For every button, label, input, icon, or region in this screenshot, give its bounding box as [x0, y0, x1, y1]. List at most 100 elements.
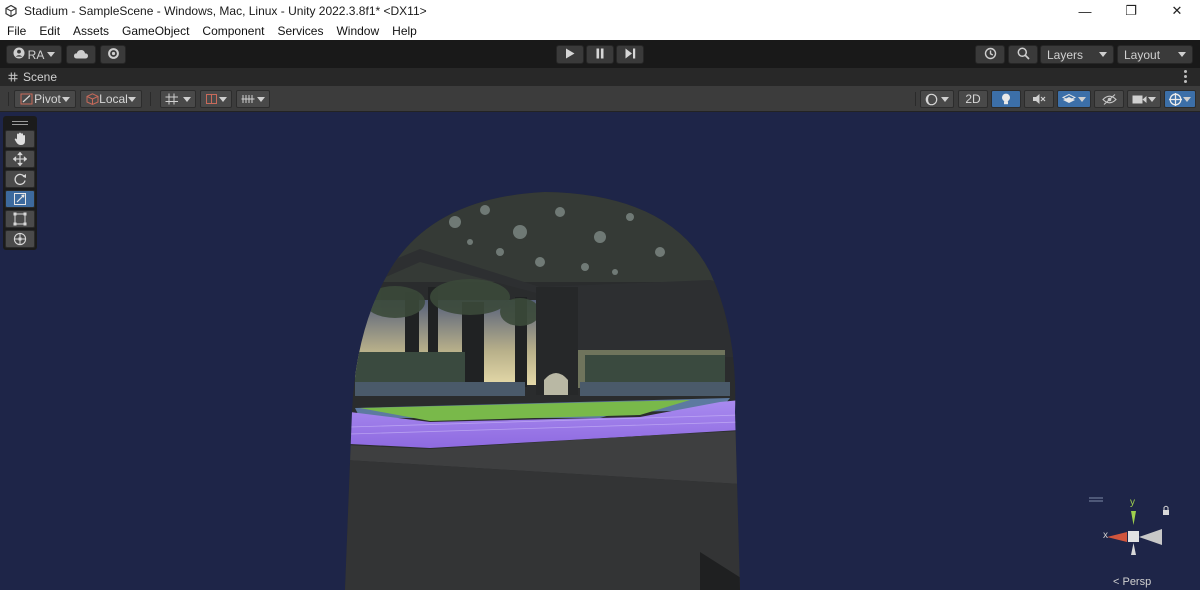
gizmo-globe-icon [1169, 92, 1182, 106]
eye-slash-icon [1101, 93, 1117, 105]
history-button[interactable] [975, 45, 1005, 64]
menu-assets[interactable]: Assets [66, 24, 115, 38]
menu-edit[interactable]: Edit [32, 24, 66, 38]
chevron-down-icon [1099, 52, 1107, 57]
rotate-tool-button[interactable] [5, 170, 35, 188]
toolbar-divider [150, 92, 151, 106]
cloud-icon [73, 48, 89, 62]
scene-toolbar: Pivot Local 2D [0, 86, 1200, 112]
menu-help[interactable]: Help [385, 24, 423, 38]
layers-label: Layers [1047, 47, 1084, 62]
shading-icon [925, 93, 938, 106]
menu-window[interactable]: Window [329, 24, 385, 38]
pause-icon [595, 48, 605, 62]
projection-label[interactable]: < Persp [1113, 576, 1151, 588]
scale-tool-button[interactable] [5, 190, 35, 208]
menu-bar: File Edit Assets GameObject Component Se… [0, 22, 1200, 40]
increment-snap-dropdown[interactable] [200, 90, 232, 108]
history-icon [984, 47, 997, 63]
camera-icon [1132, 94, 1147, 105]
layout-dropdown[interactable]: Layout [1117, 45, 1193, 64]
search-icon [1017, 47, 1030, 63]
chevron-down-icon [183, 96, 191, 102]
search-button[interactable] [1008, 45, 1038, 64]
scene-tab-bar: Scene [0, 68, 1200, 86]
play-icon [565, 48, 575, 62]
tab-scene[interactable]: Scene [0, 68, 57, 86]
close-button[interactable]: ✕ [1154, 0, 1200, 22]
view-tool-button[interactable] [5, 130, 35, 148]
move-arrows-icon [13, 152, 27, 166]
camera-dropdown[interactable] [1127, 90, 1161, 108]
window-title: Stadium - SampleScene - Windows, Mac, Li… [24, 4, 427, 18]
pivot-dropdown[interactable]: Pivot [14, 90, 76, 108]
chevron-down-icon [1148, 96, 1156, 102]
chevron-down-icon [257, 96, 265, 102]
layers-dropdown[interactable]: Layers [1040, 45, 1114, 64]
chevron-down-icon [62, 96, 70, 102]
lighting-toggle-button[interactable] [991, 90, 1021, 108]
menu-gameobject[interactable]: GameObject [115, 24, 195, 38]
tool-palette-grip[interactable] [5, 118, 35, 128]
hidden-objects-toggle-button[interactable] [1094, 90, 1124, 108]
grid-snap-icon [165, 93, 179, 105]
layout-label: Layout [1124, 47, 1161, 62]
scene-render [345, 192, 740, 590]
toolbar-divider [8, 92, 9, 106]
chevron-down-icon [941, 96, 949, 102]
effects-icon [1062, 93, 1076, 105]
rotate-icon [13, 172, 27, 186]
lightbulb-icon [1001, 93, 1011, 106]
audio-toggle-button[interactable] [1024, 90, 1054, 108]
minimize-button[interactable]: — [1062, 0, 1108, 22]
scene-viewport[interactable]: y x < Persp [0, 112, 1200, 590]
rect-tool-button[interactable] [5, 210, 35, 228]
scene-orientation-gizmo[interactable]: y x < Persp [1085, 495, 1185, 590]
toolbar-divider [915, 92, 916, 106]
effects-dropdown[interactable] [1057, 90, 1091, 108]
account-label: RA [27, 47, 45, 62]
transform-tool-button[interactable] [5, 230, 35, 248]
move-tool-button[interactable] [5, 150, 35, 168]
gizmos-dropdown[interactable] [1164, 90, 1196, 108]
chevron-down-icon [219, 96, 227, 102]
pause-button[interactable] [586, 45, 614, 64]
step-button[interactable] [616, 45, 644, 64]
step-icon [625, 48, 636, 62]
menu-component[interactable]: Component [195, 24, 270, 38]
account-dropdown[interactable]: RA [6, 45, 62, 64]
settings-icon [107, 47, 120, 63]
account-icon [13, 47, 25, 62]
grid-snap-dropdown[interactable] [160, 90, 196, 108]
audio-muted-icon [1032, 93, 1046, 105]
menu-services[interactable]: Services [270, 24, 329, 38]
cube-icon [86, 93, 99, 105]
stadium-view [345, 192, 740, 590]
menu-file[interactable]: File [0, 24, 32, 38]
chevron-down-icon [1178, 52, 1186, 57]
transform-icon [13, 232, 27, 246]
pivot-label: Pivot [34, 92, 61, 106]
window-title-bar: Stadium - SampleScene - Windows, Mac, Li… [0, 0, 1200, 22]
ruler-icon [241, 93, 255, 105]
tool-palette [3, 116, 37, 250]
local-dropdown[interactable]: Local [80, 90, 142, 108]
restore-button[interactable]: ❐ [1108, 0, 1154, 22]
2d-label: 2D [965, 92, 981, 106]
play-button[interactable] [556, 45, 584, 64]
rect-transform-icon [13, 212, 27, 226]
chevron-down-icon [46, 52, 55, 57]
collab-button[interactable] [100, 45, 126, 64]
grid-visibility-dropdown[interactable] [236, 90, 270, 108]
hand-icon [14, 132, 27, 146]
scale-icon [13, 192, 27, 206]
grid-icon [8, 72, 18, 82]
chevron-down-icon [1183, 96, 1191, 102]
draw-mode-dropdown[interactable] [920, 90, 954, 108]
snap-increment-icon [205, 93, 218, 105]
more-options-icon[interactable] [1184, 70, 1188, 83]
tab-scene-label: Scene [23, 70, 58, 84]
cloud-button[interactable] [66, 45, 96, 64]
main-toolbar: RA Layers Layout [0, 40, 1200, 68]
2d-toggle-button[interactable]: 2D [958, 90, 988, 108]
